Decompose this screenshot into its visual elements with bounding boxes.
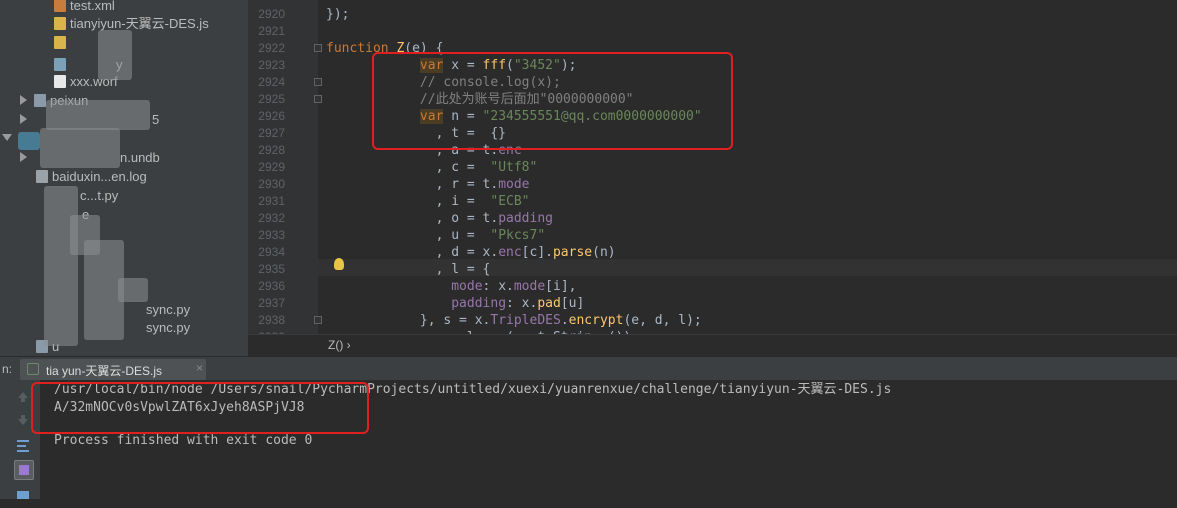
js-file-icon: [54, 17, 66, 30]
line-number: 2927: [258, 126, 285, 140]
fold-icon[interactable]: [314, 95, 322, 103]
line-number: 2925: [258, 92, 285, 106]
tree-item-py[interactable]: c...t.py: [80, 187, 118, 204]
fold-icon[interactable]: [314, 316, 322, 324]
fold-icon[interactable]: [314, 44, 322, 52]
collapse-arrow-icon[interactable]: [2, 134, 12, 141]
redaction-blur: [118, 278, 148, 302]
expand-arrow-icon[interactable]: [20, 95, 27, 105]
log-file-icon: [36, 170, 48, 183]
code-line[interactable]: , r = t.mode: [326, 176, 530, 193]
line-number: 2930: [258, 177, 285, 191]
annotation-box-output: [31, 382, 369, 434]
code-line[interactable]: padding: x.pad[u]: [326, 295, 584, 312]
line-number: 2920: [258, 7, 285, 21]
code-line[interactable]: mode: x.mode[i],: [326, 278, 576, 295]
expand-arrow-icon[interactable]: [20, 114, 27, 124]
js-file-icon: [54, 36, 66, 49]
code-line[interactable]: , o = t.padding: [326, 210, 553, 227]
lightbulb-icon[interactable]: [334, 258, 344, 270]
code-line[interactable]: , u = "Pkcs7": [326, 227, 546, 244]
up-arrow-icon[interactable]: [14, 388, 32, 406]
console-line-exit: Process finished with exit code 0: [54, 433, 313, 448]
tree-item-js[interactable]: [54, 34, 70, 51]
redaction-blur: [98, 30, 132, 80]
code-line[interactable]: , l = {: [326, 261, 491, 278]
redaction-blur: [46, 100, 150, 130]
line-number: 2934: [258, 245, 285, 259]
tree-item-5[interactable]: 5: [152, 111, 159, 128]
run-label: n:: [2, 362, 13, 376]
xml-file-icon: [54, 0, 66, 12]
line-number: 2935: [258, 262, 285, 276]
tree-item-tianyiyun-js[interactable]: tianyiyun-天翼云-DES.js: [54, 15, 209, 32]
line-number: 2921: [258, 24, 285, 38]
scroll-to-end-icon[interactable]: [14, 460, 34, 480]
file-icon: [54, 75, 66, 88]
tree-item-log[interactable]: baiduxin...en.log: [36, 168, 147, 185]
tree-item-test-xml[interactable]: test.xml: [54, 0, 115, 14]
node-run-icon: [27, 363, 39, 375]
line-number: 2926: [258, 109, 285, 123]
project-tree: test.xml tianyiyun-天翼云-DES.js y xxx.worf…: [0, 0, 248, 356]
tree-item-undb[interactable]: n.undb: [120, 149, 160, 166]
line-number: 2932: [258, 211, 285, 225]
redaction-blur: [18, 132, 40, 150]
print-icon[interactable]: [14, 485, 32, 503]
line-number: 2924: [258, 75, 285, 89]
annotation-box-code: [372, 52, 733, 150]
down-arrow-icon[interactable]: [14, 411, 32, 429]
fold-icon[interactable]: [314, 78, 322, 86]
line-number: 2936: [258, 279, 285, 293]
line-number: 2928: [258, 143, 285, 157]
line-number: 2933: [258, 228, 285, 242]
file-icon: [54, 58, 66, 71]
redaction-blur: [40, 128, 120, 168]
line-number: 2931: [258, 194, 285, 208]
folder-icon: [34, 94, 46, 107]
code-line[interactable]: }, s = x.TripleDES.encrypt(e, d, l);: [326, 312, 702, 329]
line-number-gutter: 2920 2921 2922 2923 2924 2925 2926 2927 2928 2929…: [248, 0, 318, 334]
run-tab[interactable]: tia yun-天翼云-DES.js ×: [20, 359, 206, 380]
breadcrumb[interactable]: Z() ›: [248, 334, 1177, 357]
tree-item-sync-py-2[interactable]: sync.py: [146, 319, 190, 336]
run-tool-window-header: n: tia yun-天翼云-DES.js ×: [0, 356, 1177, 382]
code-line[interactable]: , c = "Utf8": [326, 159, 538, 176]
line-number: 2922: [258, 41, 285, 55]
close-tab-icon[interactable]: ×: [196, 361, 203, 375]
code-line[interactable]: , d = x.enc[c].parse(n): [326, 244, 616, 261]
redaction-blur: [44, 186, 78, 346]
code-editor[interactable]: 2920 2921 2922 2923 2924 2925 2926 2927 2928 2929…: [248, 0, 1177, 334]
code-line[interactable]: });: [326, 6, 349, 23]
line-number: 2937: [258, 296, 285, 310]
line-number: 2929: [258, 160, 285, 174]
tree-item-sync-py-1[interactable]: sync.py: [146, 301, 190, 318]
code-line[interactable]: , i = "ECB": [326, 193, 530, 210]
soft-wrap-icon[interactable]: [14, 436, 32, 454]
line-number: 2923: [258, 58, 285, 72]
line-number: 2938: [258, 313, 285, 327]
expand-arrow-icon[interactable]: [20, 152, 27, 162]
